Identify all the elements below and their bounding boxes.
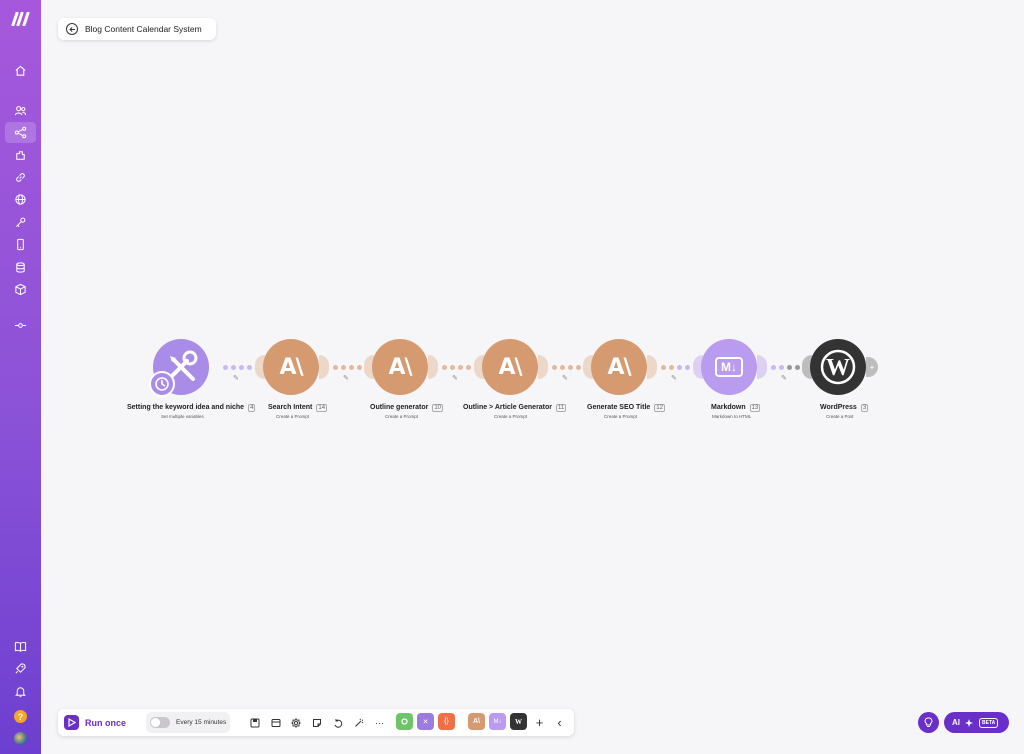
markdown-module-icon[interactable]: M↓ bbox=[489, 713, 506, 730]
back-arrow-icon[interactable] bbox=[66, 23, 78, 35]
make-logo-icon[interactable] bbox=[0, 8, 41, 30]
wrench-icon[interactable]: ✎ bbox=[343, 374, 349, 382]
data-stores-icon[interactable] bbox=[5, 257, 36, 278]
svg-text:W: W bbox=[826, 355, 850, 381]
module-handle bbox=[538, 355, 548, 379]
wrench-icon[interactable]: ✎ bbox=[781, 374, 787, 382]
module-seo-title[interactable]: A\ bbox=[591, 339, 647, 395]
scenario-title: Blog Content Calendar System bbox=[85, 24, 202, 34]
module-label: Outline generator 10 bbox=[370, 404, 444, 412]
module-label: WordPress 3 bbox=[820, 404, 869, 412]
connector[interactable] bbox=[442, 364, 471, 370]
connector[interactable] bbox=[552, 364, 581, 370]
ai-label: AI bbox=[952, 718, 960, 727]
module-sub: Create a Prompt bbox=[604, 414, 638, 419]
settings-icon[interactable] bbox=[289, 716, 302, 729]
module-label: Setting the keyword idea and niche 4 bbox=[127, 404, 256, 412]
wrench-icon[interactable]: ✎ bbox=[233, 374, 239, 382]
webhooks-icon[interactable] bbox=[5, 189, 36, 210]
save-icon[interactable] bbox=[248, 716, 261, 729]
module-label: Generate SEO Title 12 bbox=[587, 404, 665, 412]
flow-control-module-icon[interactable]: ✕ bbox=[417, 713, 434, 730]
module-sub: Markdown to HTML bbox=[712, 414, 752, 419]
auto-align-icon[interactable] bbox=[352, 716, 365, 729]
wordpress-module-icon[interactable]: W bbox=[510, 713, 527, 730]
module-label: Markdown 13 bbox=[711, 404, 761, 412]
help-icon[interactable]: ? bbox=[14, 710, 27, 723]
wrench-icon[interactable]: ✎ bbox=[562, 374, 568, 382]
scenario-toolbar: Run once Every 15 minutes ··· ✕ {} A\ M↓… bbox=[58, 709, 574, 736]
module-sub: Create a Post bbox=[826, 414, 854, 419]
bell-icon[interactable] bbox=[5, 681, 36, 702]
text-parser-module-icon[interactable]: {} bbox=[438, 713, 455, 730]
wordpress-icon: W bbox=[820, 349, 856, 385]
markdown-icon: M↓ bbox=[715, 357, 743, 377]
module-set-variables[interactable] bbox=[149, 339, 209, 397]
schedule-control[interactable]: Every 15 minutes bbox=[146, 712, 230, 733]
module-sub: Create a Prompt bbox=[494, 414, 528, 419]
devices-icon[interactable] bbox=[5, 234, 36, 255]
connections-icon[interactable] bbox=[5, 167, 36, 188]
scenario-title-chip: Blog Content Calendar System bbox=[58, 18, 216, 40]
module-outline-generator[interactable]: A\ bbox=[372, 339, 428, 395]
rocket-icon[interactable] bbox=[5, 658, 36, 679]
sparkle-icon bbox=[965, 718, 973, 727]
claude-icon: A\ bbox=[388, 354, 412, 380]
home-icon[interactable] bbox=[5, 60, 36, 81]
module-handle bbox=[319, 355, 329, 379]
data-structures-icon[interactable] bbox=[5, 279, 36, 300]
module-handle bbox=[757, 355, 767, 379]
avatar[interactable] bbox=[14, 732, 27, 745]
team-icon[interactable] bbox=[5, 100, 36, 121]
bulb-button[interactable] bbox=[918, 712, 939, 733]
wrench-icon[interactable]: ✎ bbox=[671, 374, 677, 382]
flow-control-icon[interactable] bbox=[5, 315, 36, 336]
schedule-toggle[interactable] bbox=[150, 717, 170, 728]
module-handle bbox=[428, 355, 438, 379]
module-sub: Set multiple variables bbox=[161, 414, 204, 419]
module-article-generator[interactable]: A\ bbox=[482, 339, 538, 395]
play-icon bbox=[64, 715, 79, 730]
beta-badge: BETA bbox=[979, 717, 999, 728]
notes-icon[interactable] bbox=[310, 716, 323, 729]
tools-module-icon[interactable] bbox=[396, 713, 413, 730]
module-label: Outline > Article Generator 11 bbox=[463, 404, 567, 412]
module-handle bbox=[647, 355, 657, 379]
module-search-intent[interactable]: A\ bbox=[263, 339, 319, 395]
run-once-label: Run once bbox=[85, 717, 127, 728]
run-once-button[interactable]: Run once bbox=[64, 712, 126, 733]
undo-icon[interactable] bbox=[331, 716, 344, 729]
add-icon[interactable]: + bbox=[533, 715, 546, 730]
connector[interactable] bbox=[661, 364, 690, 370]
lightbulb-icon bbox=[924, 717, 933, 727]
module-sub: Create a Prompt bbox=[276, 414, 310, 419]
wrench-icon[interactable]: ✎ bbox=[452, 374, 458, 382]
claude-icon: A\ bbox=[279, 354, 303, 380]
scheduling-icon[interactable] bbox=[269, 716, 282, 729]
ai-assistant-button[interactable]: AI BETA bbox=[944, 712, 1009, 733]
module-label: Search Intent 14 bbox=[268, 404, 328, 412]
connector[interactable] bbox=[223, 364, 252, 370]
collapse-icon[interactable]: ‹ bbox=[553, 715, 566, 730]
scenarios-icon[interactable] bbox=[5, 122, 36, 143]
clock-icon bbox=[149, 371, 175, 397]
add-module-handle[interactable]: + bbox=[866, 357, 878, 377]
connector[interactable] bbox=[333, 364, 362, 370]
templates-icon[interactable] bbox=[5, 145, 36, 166]
claude-icon: A\ bbox=[607, 354, 631, 380]
schedule-label: Every 15 minutes bbox=[176, 719, 227, 726]
keys-icon[interactable] bbox=[5, 212, 36, 233]
sidebar: ? bbox=[0, 0, 41, 754]
module-markdown[interactable]: M↓ bbox=[701, 339, 757, 395]
docs-icon[interactable] bbox=[5, 636, 36, 657]
more-icon[interactable]: ··· bbox=[373, 716, 386, 729]
connector[interactable] bbox=[771, 364, 800, 370]
claude-icon: A\ bbox=[498, 354, 522, 380]
module-wordpress[interactable]: W bbox=[810, 339, 866, 395]
claude-module-icon[interactable]: A\ bbox=[468, 713, 485, 730]
module-sub: Create a Prompt bbox=[385, 414, 419, 419]
